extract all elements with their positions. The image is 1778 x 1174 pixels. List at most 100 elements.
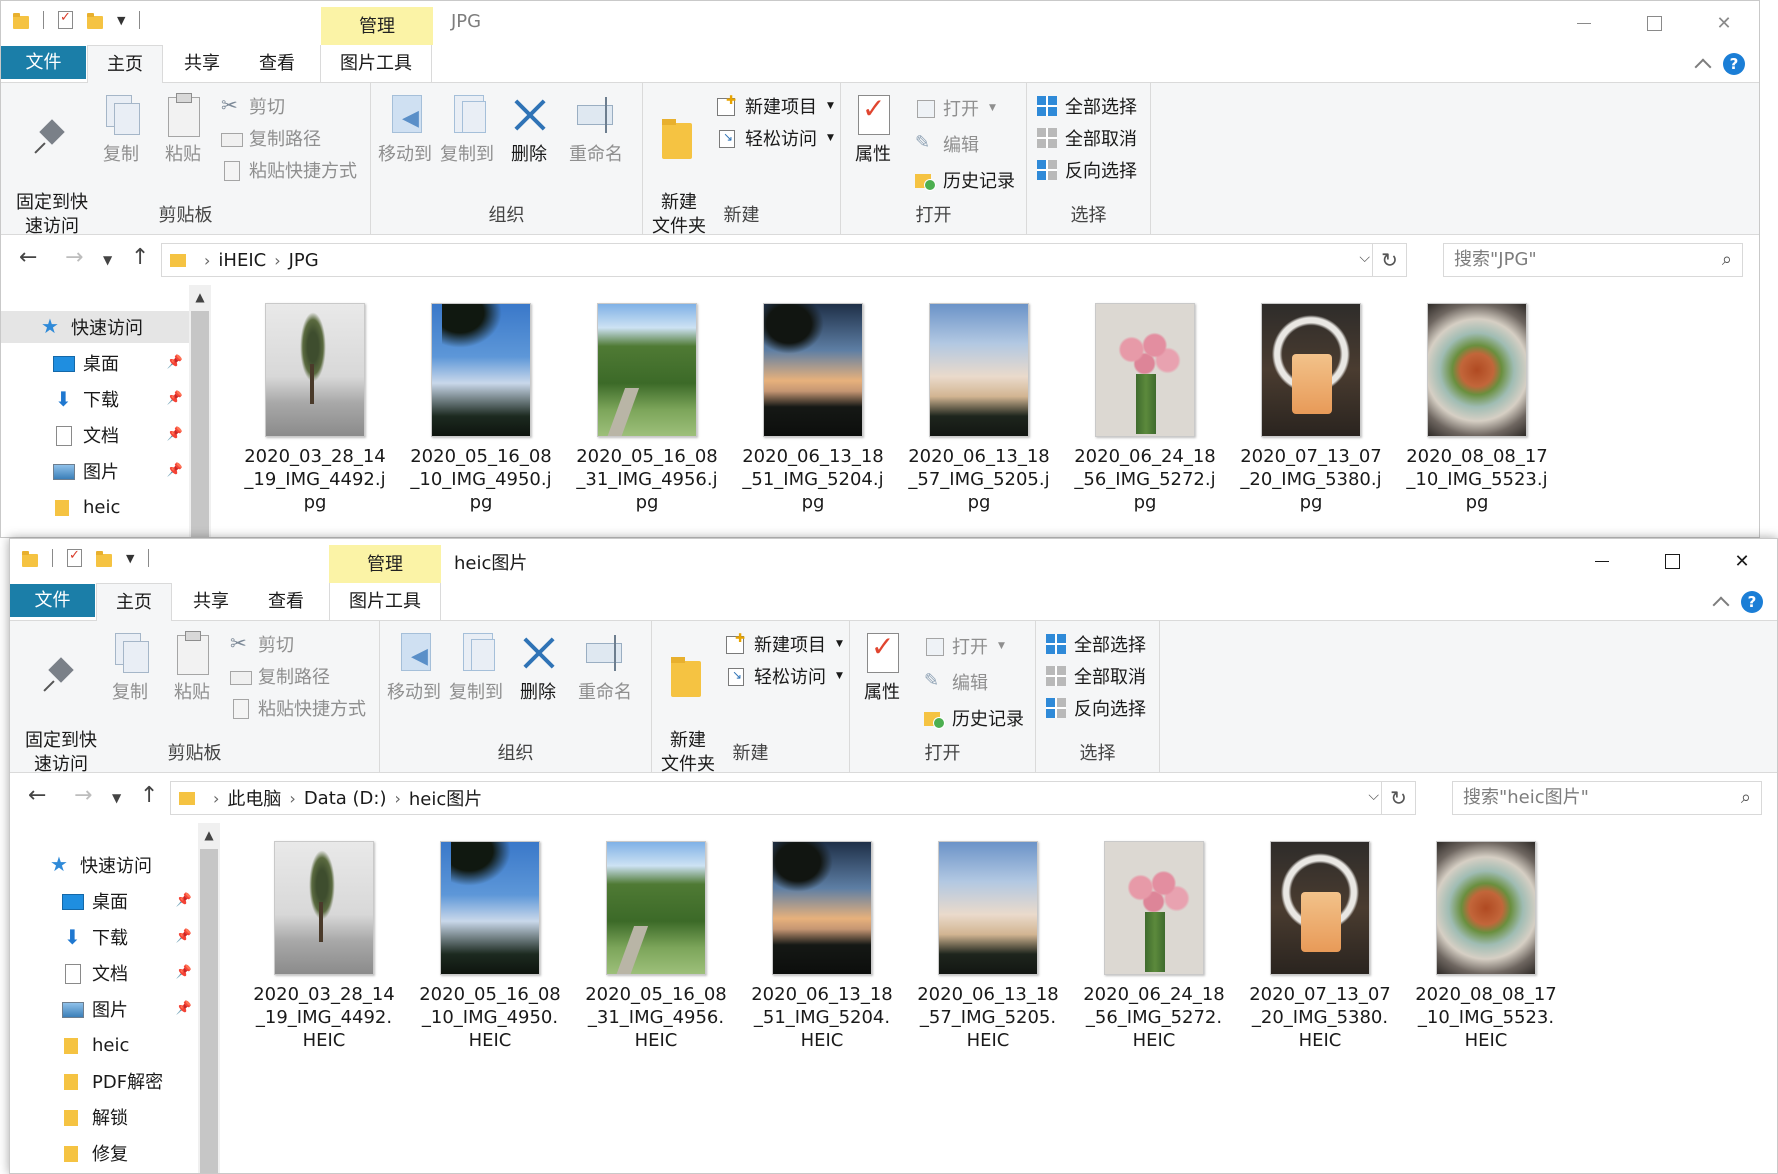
maximize-button[interactable] [1619, 1, 1689, 45]
new-item-button[interactable]: 新建项目 ▼ [726, 631, 843, 657]
minimize-button[interactable] [1549, 1, 1619, 45]
nav-item-unlock[interactable]: 解锁 [10, 1101, 198, 1133]
copy-button[interactable]: 复制 [106, 631, 154, 705]
tab-share[interactable]: 共享 [175, 583, 247, 621]
easy-access-button[interactable]: 轻松访问 ▼ [726, 663, 843, 689]
move-to-button[interactable]: 移动到 [375, 93, 435, 167]
edit-button[interactable]: 编辑 [915, 131, 979, 157]
paste-button[interactable]: 粘贴 [159, 93, 207, 167]
cut-button[interactable]: 剪切 [221, 93, 285, 119]
select-none-button[interactable]: 全部取消 [1037, 125, 1137, 151]
file-item[interactable]: 2020_05_16_08_31_IMG_4956.HEIC [583, 841, 729, 1052]
rename-button[interactable]: 重命名 [572, 631, 638, 705]
address-bar[interactable]: › iHEIC › JPG ⌵ ↻ [161, 243, 1407, 277]
file-item[interactable]: 2020_08_08_17_10_IMG_5523.HEIC [1413, 841, 1559, 1052]
back-arrow-icon[interactable]: ← [28, 783, 46, 808]
new-item-button[interactable]: 新建项目 ▼ [717, 93, 834, 119]
nav-item-desktop[interactable]: 桌面 📌 [10, 885, 198, 917]
file-item[interactable]: 2020_08_08_17_10_IMG_5523.jpg [1404, 303, 1550, 514]
invert-selection-button[interactable]: 反向选择 [1046, 695, 1146, 721]
tab-picture-tools[interactable]: 图片工具 [320, 45, 432, 83]
invert-selection-button[interactable]: 反向选择 [1037, 157, 1137, 183]
file-item[interactable]: 2020_06_24_18_56_IMG_5272.jpg [1072, 303, 1218, 514]
properties-button[interactable]: 属性 [858, 631, 906, 705]
file-item[interactable]: 2020_06_13_18_57_IMG_5205.HEIC [915, 841, 1061, 1052]
help-icon[interactable]: ? [1741, 591, 1763, 613]
nav-scrollbar[interactable]: ▲ [198, 823, 220, 1173]
open-button[interactable]: 打开 ▼ [924, 633, 1005, 659]
file-item[interactable]: 2020_07_13_07_20_IMG_5380.jpg [1238, 303, 1384, 514]
tab-file[interactable]: 文件 [10, 584, 95, 617]
delete-button[interactable]: 删除 [514, 631, 562, 705]
move-to-button[interactable]: 移动到 [384, 631, 444, 705]
tab-view[interactable]: 查看 [241, 45, 313, 83]
file-item[interactable]: 2020_05_16_08_31_IMG_4956.jpg [574, 303, 720, 514]
nav-item-pictures[interactable]: 图片 📌 [10, 993, 198, 1025]
nav-item-quick-access[interactable]: 快速访问 [1, 311, 189, 343]
collapse-ribbon-icon[interactable] [1694, 58, 1712, 76]
nav-item-documents[interactable]: 文档 📌 [10, 957, 198, 989]
copy-to-button[interactable]: 复制到 [446, 631, 506, 705]
file-item[interactable]: 2020_05_16_08_10_IMG_4950.HEIC [417, 841, 563, 1052]
pin-icon[interactable]: 📌 [167, 427, 183, 442]
pin-icon[interactable]: 📌 [176, 1001, 192, 1016]
file-item[interactable]: 2020_06_13_18_51_IMG_5204.HEIC [749, 841, 895, 1052]
edit-button[interactable]: 编辑 [924, 669, 988, 695]
easy-access-button[interactable]: 轻松访问 ▼ [717, 125, 834, 151]
up-arrow-icon[interactable]: ↑ [131, 245, 149, 270]
nav-item-downloads[interactable]: 下载 📌 [10, 921, 198, 953]
paste-shortcut-button[interactable]: 粘贴快捷方式 [230, 695, 366, 721]
file-item[interactable]: 2020_06_13_18_57_IMG_5205.jpg [906, 303, 1052, 514]
tab-share[interactable]: 共享 [166, 45, 238, 83]
address-dropdown-icon[interactable]: ⌵ [1359, 250, 1370, 266]
history-button[interactable]: 历史记录 [915, 167, 1015, 193]
file-item[interactable]: 2020_06_13_18_51_IMG_5204.jpg [740, 303, 886, 514]
nav-scrollbar[interactable]: ▲ [189, 285, 211, 537]
breadcrumb-separator-icon[interactable]: › [204, 251, 210, 270]
breadcrumb-item[interactable]: heic图片 [409, 785, 482, 811]
breadcrumb-item[interactable]: iHEIC [218, 250, 266, 271]
file-item[interactable]: 2020_06_24_18_56_IMG_5272.HEIC [1081, 841, 1227, 1052]
rename-button[interactable]: 重命名 [563, 93, 629, 167]
recent-locations-icon[interactable]: ▼ [112, 791, 121, 805]
copy-to-button[interactable]: 复制到 [437, 93, 497, 167]
nav-item-pictures[interactable]: 图片 📌 [1, 455, 189, 487]
search-box[interactable]: 搜索"JPG" ⌕ [1443, 243, 1743, 277]
nav-item-quick-access[interactable]: 快速访问 [10, 849, 198, 881]
maximize-button[interactable] [1637, 539, 1707, 583]
customize-qat-icon[interactable]: ▼ [126, 552, 134, 565]
scrollbar-thumb[interactable] [191, 311, 209, 537]
address-bar[interactable]: › 此电脑 › Data (D:) › heic图片 ⌵ ↻ [170, 781, 1416, 815]
file-item[interactable]: 2020_03_28_14_19_IMG_4492.jpg [242, 303, 388, 514]
breadcrumb-item[interactable]: 此电脑 [227, 785, 281, 811]
paste-shortcut-button[interactable]: 粘贴快捷方式 [221, 157, 357, 183]
nav-item-documents[interactable]: 文档 📌 [1, 419, 189, 451]
pin-icon[interactable]: 📌 [167, 391, 183, 406]
search-box[interactable]: 搜索"heic图片" ⌕ [1452, 781, 1762, 815]
tab-file[interactable]: 文件 [1, 46, 86, 79]
scroll-up-icon[interactable]: ▲ [198, 823, 220, 847]
pin-icon[interactable]: 📌 [176, 929, 192, 944]
up-arrow-icon[interactable]: ↑ [140, 783, 158, 808]
new-folder-icon[interactable] [96, 550, 112, 567]
tab-home[interactable]: 主页 [96, 583, 172, 622]
refresh-icon[interactable]: ↻ [1381, 782, 1415, 814]
copy-button[interactable]: 复制 [97, 93, 145, 167]
delete-button[interactable]: 删除 [505, 93, 553, 167]
breadcrumb-item[interactable]: JPG [289, 250, 319, 271]
scrollbar-thumb[interactable] [200, 849, 218, 1173]
pin-icon[interactable]: 📌 [176, 965, 192, 980]
breadcrumb-separator-icon[interactable]: › [289, 789, 295, 808]
pin-icon[interactable]: 📌 [167, 355, 183, 370]
history-button[interactable]: 历史记录 [924, 705, 1024, 731]
nav-item-downloads[interactable]: 下载 📌 [1, 383, 189, 415]
properties-icon[interactable] [58, 10, 73, 29]
forward-arrow-icon[interactable]: → [65, 245, 83, 270]
file-item[interactable]: 2020_05_16_08_10_IMG_4950.jpg [408, 303, 554, 514]
nav-item-repair[interactable]: 修复 [10, 1137, 198, 1169]
address-dropdown-icon[interactable]: ⌵ [1368, 788, 1379, 804]
customize-qat-icon[interactable]: ▼ [117, 14, 125, 27]
file-item[interactable]: 2020_07_13_07_20_IMG_5380.HEIC [1247, 841, 1393, 1052]
select-all-button[interactable]: 全部选择 [1037, 93, 1137, 119]
cut-button[interactable]: 剪切 [230, 631, 294, 657]
